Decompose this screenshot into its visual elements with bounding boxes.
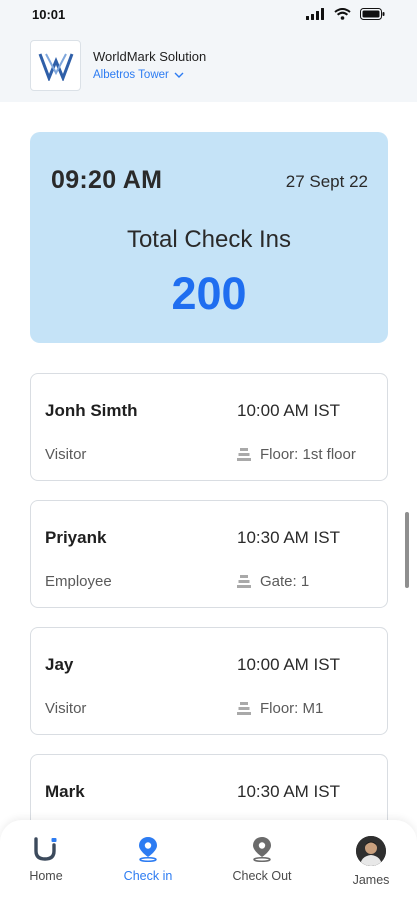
person-role: Visitor <box>45 700 87 717</box>
chevron-down-icon <box>174 72 184 78</box>
signal-icon <box>306 8 324 20</box>
company-logo <box>30 40 81 91</box>
person-name: Mark <box>45 782 85 801</box>
nav-home-label: Home <box>29 869 63 883</box>
person-role: Employee <box>45 573 112 590</box>
person-name: Jonh Simth <box>45 401 138 420</box>
person-role: Visitor <box>45 446 87 463</box>
wifi-icon <box>334 8 351 20</box>
total-checkins-count: 200 <box>171 268 247 319</box>
nav-check-in[interactable]: Check in <box>108 836 188 883</box>
floor-icon <box>237 448 251 461</box>
app-header: WorldMark Solution Albetros Tower <box>0 34 417 102</box>
current-time: 09:20 AM <box>51 166 163 194</box>
checkin-summary-card: 09:20 AM 27 Sept 22 Total Check Ins 200 <box>30 132 388 343</box>
total-checkins-label: Total Check Ins <box>126 226 292 253</box>
checkin-location: Floor: M1 <box>237 700 323 717</box>
checkin-time: 10:30 AM IST <box>237 782 340 801</box>
checkin-location: Floor: 1st floor <box>237 446 356 463</box>
nav-profile[interactable]: James <box>331 836 411 887</box>
home-logo-icon <box>34 837 57 861</box>
floor-icon <box>237 575 251 588</box>
battery-icon <box>360 8 385 20</box>
building-name: Albetros Tower <box>93 69 169 81</box>
user-avatar-icon <box>356 836 386 866</box>
location-text: Floor: 1st floor <box>260 446 356 463</box>
location-pin-outline-icon <box>253 837 271 862</box>
checkin-card[interactable]: Jonh Simth 10:00 AM IST Visitor Floor: 1… <box>30 373 388 481</box>
bottom-navigation: Home Check in Check Out James <box>0 820 417 900</box>
nav-check-in-label: Check in <box>123 869 173 883</box>
scrollbar-thumb[interactable] <box>405 512 409 588</box>
location-text: Gate: 1 <box>260 573 310 590</box>
person-name: Priyank <box>45 528 107 547</box>
current-date: 27 Sept 22 <box>285 172 368 191</box>
organization-name: WorldMark Solution <box>93 49 207 64</box>
checkin-time: 10:30 AM IST <box>237 528 340 547</box>
checkin-time: 10:00 AM IST <box>237 655 340 674</box>
status-time: 10:01 <box>32 7 66 22</box>
location-text: Floor: M1 <box>260 700 324 717</box>
nav-home[interactable]: Home <box>6 836 86 883</box>
floor-icon <box>237 702 251 715</box>
person-name: Jay <box>45 655 74 674</box>
nav-check-out[interactable]: Check Out <box>222 836 302 883</box>
nav-profile-label: James <box>352 873 390 887</box>
checkin-time: 10:00 AM IST <box>237 401 340 420</box>
nav-check-out-label: Check Out <box>232 869 292 883</box>
avatar <box>356 836 386 866</box>
checkin-location: Gate: 1 <box>237 573 309 590</box>
logo-w-icon <box>38 52 73 81</box>
building-selector[interactable]: Albetros Tower <box>93 69 184 81</box>
status-bar: 10:01 <box>0 0 417 34</box>
checkin-card[interactable]: Priyank 10:30 AM IST Employee Gate: 1 <box>30 500 388 608</box>
checkin-card[interactable]: Jay 10:00 AM IST Visitor Floor: M1 <box>30 627 388 735</box>
status-icons <box>306 8 385 20</box>
location-pin-icon <box>139 837 157 862</box>
